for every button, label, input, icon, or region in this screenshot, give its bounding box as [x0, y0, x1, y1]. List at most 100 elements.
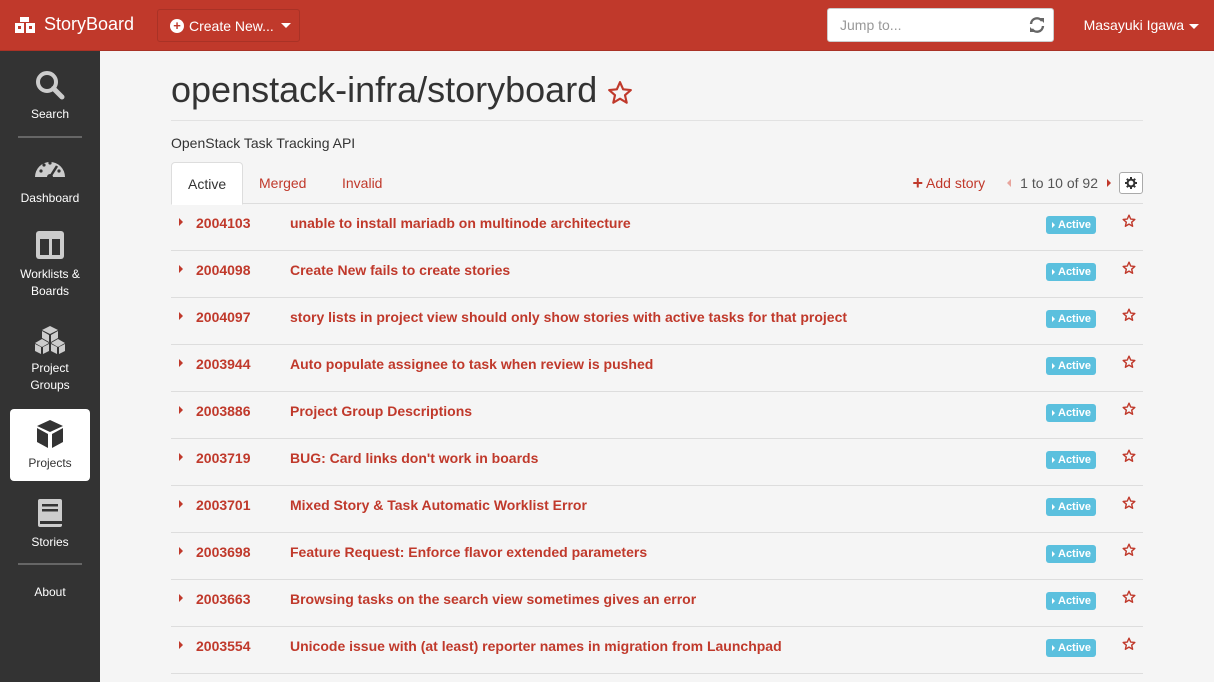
- search-icon: [36, 71, 65, 100]
- caret-right-icon: [1052, 410, 1055, 416]
- sidebar-item-about[interactable]: About: [10, 584, 90, 601]
- brand-link[interactable]: StoryBoard: [14, 14, 134, 35]
- story-id[interactable]: 2004103: [196, 215, 251, 231]
- story-id[interactable]: 2004098: [196, 262, 251, 278]
- caret-right-icon: [1052, 645, 1055, 651]
- tab-active[interactable]: Active: [171, 162, 244, 205]
- refresh-icon[interactable]: [1027, 15, 1047, 35]
- caret-right-icon: [1052, 222, 1055, 228]
- sidebar-item-label: About: [34, 585, 66, 599]
- story-id[interactable]: 2003719: [196, 450, 251, 466]
- sidebar-item-dashboard[interactable]: Dashboard: [10, 153, 90, 207]
- status-label: Active: [1058, 266, 1092, 278]
- star-icon[interactable]: [1122, 402, 1136, 416]
- story-title[interactable]: Create New fails to create stories: [290, 262, 510, 278]
- star-icon[interactable]: [1122, 355, 1136, 369]
- story-id[interactable]: 2003944: [196, 356, 251, 372]
- status-label: Active: [1058, 595, 1092, 607]
- story-row[interactable]: 2003698 Feature Request: Enforce flavor …: [171, 533, 1143, 580]
- story-id[interactable]: 2003663: [196, 591, 251, 607]
- status-label: Active: [1058, 548, 1092, 560]
- story-row[interactable]: 2003663 Browsing tasks on the search vie…: [171, 580, 1143, 627]
- story-id[interactable]: 2004097: [196, 309, 251, 325]
- expand-caret-icon[interactable]: [179, 312, 183, 320]
- star-icon[interactable]: [1122, 637, 1136, 651]
- story-row[interactable]: 2003886 Project Group Descriptions Activ…: [171, 392, 1143, 439]
- caret-right-icon: [1052, 269, 1055, 275]
- status-label: Active: [1058, 407, 1092, 419]
- expand-caret-icon[interactable]: [179, 453, 183, 461]
- star-icon[interactable]: [607, 80, 633, 106]
- story-title[interactable]: Browsing tasks on the search view someti…: [290, 591, 696, 607]
- status-label: Active: [1058, 313, 1092, 325]
- create-new-button[interactable]: + Create New...: [157, 9, 300, 42]
- expand-caret-icon[interactable]: [179, 641, 183, 649]
- sidebar-item-label: Projects: [28, 456, 72, 470]
- star-icon[interactable]: [1122, 496, 1136, 510]
- story-title[interactable]: Auto populate assignee to task when revi…: [290, 356, 653, 372]
- sidebar-item-label: Stories: [31, 535, 69, 549]
- status-label: Active: [1058, 219, 1092, 231]
- story-row[interactable]: 2004103 unable to install mariadb on mul…: [171, 204, 1143, 251]
- create-new-label: Create New...: [189, 17, 274, 34]
- tab-invalid[interactable]: Invalid: [326, 162, 398, 204]
- caret-right-icon: [1052, 551, 1055, 557]
- jump-to-box: [827, 8, 1054, 42]
- story-title[interactable]: Unicode issue with (at least) reporter n…: [290, 638, 782, 654]
- dashboard-icon: [35, 161, 65, 180]
- settings-button[interactable]: [1119, 172, 1143, 194]
- sidebar-item-stories[interactable]: Stories: [10, 497, 90, 551]
- status-label: Active: [1058, 642, 1092, 654]
- user-menu[interactable]: Masayuki Igawa: [1084, 17, 1199, 33]
- add-story-button[interactable]: + Add story: [913, 174, 986, 192]
- status-badge: Active: [1046, 404, 1097, 422]
- sidebar-item-worklists-boards[interactable]: Worklists & Boards: [10, 229, 90, 300]
- story-id[interactable]: 2003698: [196, 544, 251, 560]
- caret-right-icon: [1052, 363, 1055, 369]
- story-id[interactable]: 2003886: [196, 403, 251, 419]
- star-icon[interactable]: [1122, 261, 1136, 275]
- page-title: openstack-infra/storyboard: [171, 69, 598, 110]
- sidebar-item-projects[interactable]: Projects: [10, 409, 90, 481]
- story-id[interactable]: 2003701: [196, 497, 251, 513]
- previous-page-icon[interactable]: [1007, 179, 1012, 187]
- status-badge: Active: [1046, 357, 1097, 375]
- pagination: 1 to 10 of 92: [1007, 175, 1111, 191]
- sidebar-item-search[interactable]: Search: [10, 69, 90, 123]
- expand-caret-icon[interactable]: [179, 218, 183, 226]
- story-title[interactable]: Feature Request: Enforce flavor extended…: [290, 544, 647, 560]
- story-title[interactable]: unable to install mariadb on multinode a…: [290, 215, 631, 231]
- expand-caret-icon[interactable]: [179, 547, 183, 555]
- story-title[interactable]: BUG: Card links don't work in boards: [290, 450, 538, 466]
- tab-merged[interactable]: Merged: [243, 162, 322, 204]
- jump-to-input[interactable]: [828, 9, 1018, 41]
- story-row[interactable]: 2003554 Unicode issue with (at least) re…: [171, 627, 1143, 674]
- story-row[interactable]: 2004098 Create New fails to create stori…: [171, 251, 1143, 298]
- status-badge: Active: [1046, 498, 1097, 516]
- story-row[interactable]: 2004097 story lists in project view shou…: [171, 298, 1143, 345]
- star-icon[interactable]: [1122, 214, 1136, 228]
- user-name: Masayuki Igawa: [1083, 17, 1184, 33]
- expand-caret-icon[interactable]: [179, 359, 183, 367]
- status-badge: Active: [1046, 451, 1097, 469]
- story-row[interactable]: 2003719 BUG: Card links don't work in bo…: [171, 439, 1143, 486]
- story-title[interactable]: Mixed Story & Task Automatic Worklist Er…: [290, 497, 587, 513]
- star-icon[interactable]: [1122, 308, 1136, 322]
- next-page-icon[interactable]: [1107, 179, 1111, 187]
- header-divider: [171, 120, 1143, 121]
- pagination-text: 1 to 10 of 92: [1020, 175, 1098, 191]
- story-title[interactable]: story lists in project view should only …: [290, 309, 847, 325]
- expand-caret-icon[interactable]: [179, 265, 183, 273]
- plus-circle-icon: +: [170, 18, 184, 33]
- expand-caret-icon[interactable]: [179, 406, 183, 414]
- story-row[interactable]: 2003944 Auto populate assignee to task w…: [171, 345, 1143, 392]
- star-icon[interactable]: [1122, 543, 1136, 557]
- expand-caret-icon[interactable]: [179, 594, 183, 602]
- star-icon[interactable]: [1122, 590, 1136, 604]
- star-icon[interactable]: [1122, 449, 1136, 463]
- story-title[interactable]: Project Group Descriptions: [290, 403, 472, 419]
- expand-caret-icon[interactable]: [179, 500, 183, 508]
- story-row[interactable]: 2003701 Mixed Story & Task Automatic Wor…: [171, 486, 1143, 533]
- sidebar-item-project-groups[interactable]: Project Groups: [10, 325, 90, 394]
- story-id[interactable]: 2003554: [196, 638, 251, 654]
